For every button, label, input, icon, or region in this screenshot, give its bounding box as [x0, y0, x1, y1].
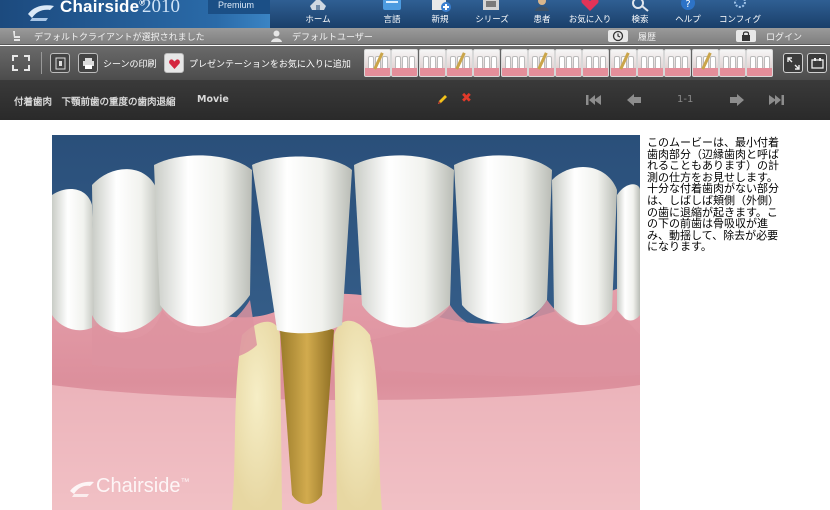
login-button[interactable]: [736, 30, 756, 42]
thumbnail-gum: [474, 68, 500, 76]
layout-button[interactable]: [807, 53, 827, 73]
new-icon: [432, 0, 451, 12]
brand-year: 2010: [142, 0, 180, 17]
chairside-watermark-icon: [70, 481, 94, 497]
user-status[interactable]: デフォルトユーザー: [292, 30, 373, 43]
layout-icon: [811, 58, 824, 69]
toolbar-divider: [41, 52, 42, 74]
history-button[interactable]: [608, 30, 628, 42]
nav-series[interactable]: シリーズ: [466, 0, 518, 28]
nav-home[interactable]: ホーム: [292, 0, 344, 28]
next-page-icon[interactable]: [728, 93, 746, 107]
print-label[interactable]: シーンの印刷: [103, 57, 157, 70]
favorites-icon: [581, 0, 599, 11]
thumbnail-gum: [501, 68, 527, 76]
resize-icon: [787, 57, 800, 70]
thumbnail-gum: [446, 68, 472, 76]
scene-thumbnail[interactable]: [500, 49, 528, 77]
thumbnail-gum: [747, 68, 773, 76]
lock-icon: [742, 31, 750, 41]
first-page-icon[interactable]: [585, 93, 603, 107]
clock-icon: [612, 30, 624, 42]
search-icon: [632, 0, 649, 12]
scene-thumbnail[interactable]: [691, 49, 719, 77]
info-button[interactable]: [50, 53, 70, 73]
scene-thumbnail[interactable]: [555, 49, 583, 77]
scene-thumbnail[interactable]: [391, 49, 419, 77]
movie-player[interactable]: Chairside™: [52, 135, 640, 510]
chairside-logo-icon: [28, 5, 54, 21]
scene-thumbnail[interactable]: [418, 49, 446, 77]
printer-icon: [83, 58, 94, 69]
heart-icon: [169, 59, 180, 69]
movie-title-bar: 付着歯肉 下顎前歯の重度の歯肉退縮 Movie ✖ 1-1: [0, 80, 830, 120]
restore-button[interactable]: [783, 53, 803, 73]
toolbar: シーンの印刷 プレゼンテーションをお気に入りに追加: [0, 46, 830, 80]
config-icon: [734, 0, 746, 8]
document-icon: [55, 57, 66, 70]
scene-thumbnail[interactable]: [609, 49, 637, 77]
thumbnail-gum: [556, 68, 582, 76]
user-icon: [271, 30, 282, 42]
client-status[interactable]: デフォルトクライアントが選択されました: [34, 30, 205, 43]
svg-text:?: ?: [685, 0, 690, 10]
favorite-label[interactable]: プレゼンテーションをお気に入りに追加: [189, 57, 351, 70]
nav-patient[interactable]: 患者: [516, 0, 568, 28]
movie-type: Movie: [197, 94, 229, 105]
premium-badge: Premium: [208, 0, 270, 14]
nav-language[interactable]: 言語: [366, 0, 418, 28]
brand-area: Chairside® 2010 Premium: [0, 0, 270, 28]
thumbnail-gum: [392, 68, 418, 76]
thumbnail-gum: [528, 68, 554, 76]
app-header: Chairside® 2010 Premium ホーム 言語 新規 シリーズ 患…: [0, 0, 830, 28]
last-page-icon[interactable]: [767, 93, 785, 107]
status-bar: デフォルトクライアントが選択されました デフォルトユーザー 履歴 ログイン: [0, 28, 830, 45]
scene-thumbnail[interactable]: [746, 49, 774, 77]
thumbnail-gum: [665, 68, 691, 76]
page-counter: 1-1: [677, 94, 694, 105]
movie-description: このムービーは、最小付着歯肉部分（辺縁歯肉と呼ばれることもあります）の計測の仕方…: [647, 136, 779, 254]
scene-thumbnail[interactable]: [527, 49, 555, 77]
help-icon: ?: [681, 0, 695, 10]
scene-thumbnail[interactable]: [718, 49, 746, 77]
thumbnail-gum: [419, 68, 445, 76]
brand-name: Chairside®: [60, 0, 146, 16]
chair-icon: [13, 31, 20, 41]
thumbnail-gum: [365, 68, 390, 76]
dental-illustration: [52, 135, 640, 510]
thumbnail-gum: [692, 68, 718, 76]
history-label[interactable]: 履歴: [638, 30, 656, 43]
nav-help[interactable]: ? ヘルプ: [662, 0, 714, 28]
login-label[interactable]: ログイン: [766, 30, 802, 43]
pencil-icon[interactable]: [436, 93, 449, 106]
scene-thumbnail[interactable]: [582, 49, 610, 77]
nav-search[interactable]: 検索: [614, 0, 666, 28]
language-icon: [383, 0, 401, 10]
nav-new[interactable]: 新規: [414, 0, 466, 28]
delete-icon[interactable]: ✖: [461, 92, 474, 105]
nav-favorites[interactable]: お気に入り: [564, 0, 616, 28]
scene-thumbnail[interactable]: [364, 49, 391, 77]
video-watermark: Chairside™: [68, 475, 189, 498]
previous-page-icon[interactable]: [625, 93, 643, 107]
scene-thumbnail[interactable]: [473, 49, 501, 77]
thumbnail-gum: [610, 68, 636, 76]
scene-thumbnail[interactable]: [637, 49, 664, 77]
thumbnail-gum: [583, 68, 609, 76]
home-icon: [310, 0, 326, 10]
movie-title: 付着歯肉 下顎前歯の重度の歯肉退縮: [14, 97, 176, 108]
scene-thumbnail[interactable]: [664, 49, 692, 77]
fullscreen-icon[interactable]: [11, 54, 31, 72]
series-icon: [483, 0, 499, 10]
content-area: Chairside™ このムービーは、最小付着歯肉部分（辺縁歯肉と呼ばれることも…: [0, 120, 830, 510]
nav-config[interactable]: コンフィグ: [714, 0, 766, 28]
thumbnail-gum: [719, 68, 745, 76]
thumbnail-gum: [638, 68, 663, 76]
patient-icon: [535, 0, 549, 11]
print-button[interactable]: [78, 53, 98, 73]
scene-thumbnail[interactable]: [445, 49, 473, 77]
add-favorite-button[interactable]: [164, 53, 184, 73]
